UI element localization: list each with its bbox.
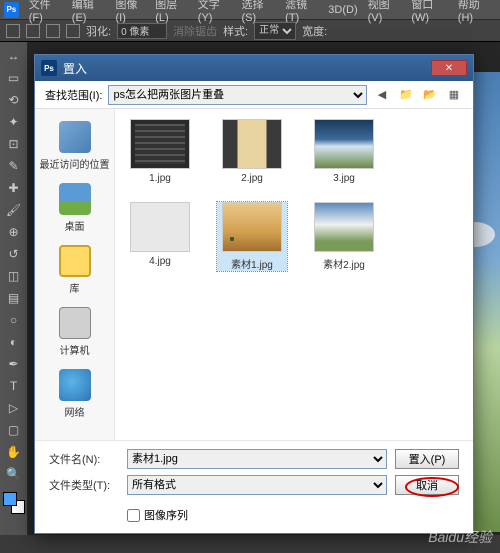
crop-tool[interactable]: ⊡ (3, 134, 25, 154)
thumb-icon (222, 202, 282, 252)
fg-color[interactable] (3, 492, 17, 506)
dodge-tool[interactable]: ◐ (3, 332, 25, 352)
width-label: 宽度: (302, 23, 327, 39)
dialog-titlebar[interactable]: Ps 置入 ✕ (35, 55, 473, 81)
menu-view[interactable]: 视图(V) (364, 0, 406, 26)
pen-tool[interactable]: ✒ (3, 354, 25, 374)
computer-icon (59, 307, 91, 339)
newfolder-icon[interactable]: 📂 (421, 86, 439, 104)
dialog-title: 置入 (63, 60, 431, 77)
filename-label: 文件名(N): (49, 451, 119, 467)
ps-logo: Ps (4, 2, 19, 18)
file-item[interactable]: 4.jpg (125, 202, 195, 271)
filename-select[interactable]: 素材1.jpg (127, 449, 387, 469)
thumb-icon (314, 202, 374, 252)
filetype-label: 文件类型(T): (49, 477, 119, 493)
hand-tool[interactable]: ✋ (3, 442, 25, 462)
tools-panel: ↔ ▭ ⟲ ✦ ⊡ ✎ ✚ 🖌 ⊕ ↺ ◫ ▤ ○ ◐ ✒ T ▷ ▢ ✋ 🔍 (0, 42, 28, 535)
lasso-tool[interactable]: ⟲ (3, 90, 25, 110)
place-desktop[interactable]: 桌面 (40, 179, 110, 237)
menu-help[interactable]: 帮助(H) (454, 0, 496, 26)
file-item[interactable]: 素材2.jpg (309, 202, 379, 271)
brush-tool[interactable]: 🖌 (3, 200, 25, 220)
stamp-tool[interactable]: ⊕ (3, 222, 25, 242)
up-icon[interactable]: 📁 (397, 86, 415, 104)
desktop-icon (59, 183, 91, 215)
place-network[interactable]: 网络 (40, 365, 110, 423)
lookin-row: 查找范围(I): ps怎么把两张图片重叠 ◀ 📁 📂 ▦ (35, 81, 473, 109)
cancel-button[interactable]: 取消 (395, 475, 459, 495)
menu-3d[interactable]: 3D(D) (324, 2, 361, 18)
dialog-bottom: 文件名(N): 素材1.jpg 置入(P) 文件类型(T): 所有格式 取消 图… (35, 440, 473, 533)
sequence-checkbox[interactable] (127, 509, 140, 522)
preset3-icon[interactable] (66, 24, 80, 38)
menubar: Ps 文件(F) 编辑(E) 图像(I) 图层(L) 文字(Y) 选择(S) 滤… (0, 0, 500, 20)
style-select[interactable]: 正常 (254, 22, 296, 40)
file-item[interactable]: 1.jpg (125, 119, 195, 184)
thumb-icon (314, 119, 374, 169)
file-item[interactable]: 2.jpg (217, 119, 287, 184)
place-button[interactable]: 置入(P) (395, 449, 459, 469)
preset-icon[interactable] (26, 24, 40, 38)
menu-file[interactable]: 文件(F) (25, 0, 66, 26)
style-label: 样式: (223, 23, 248, 39)
back-icon[interactable]: ◀ (373, 86, 391, 104)
network-icon (59, 369, 91, 401)
eraser-tool[interactable]: ◫ (3, 266, 25, 286)
lookin-select[interactable]: ps怎么把两张图片重叠 (108, 85, 367, 105)
place-library[interactable]: 库 (40, 241, 110, 299)
place-dialog: Ps 置入 ✕ 查找范围(I): ps怎么把两张图片重叠 ◀ 📁 📂 ▦ 最近访… (34, 54, 474, 534)
color-swatches[interactable] (3, 492, 25, 514)
library-icon (59, 245, 91, 277)
type-tool[interactable]: T (3, 376, 25, 396)
marquee-icon[interactable] (6, 24, 20, 38)
thumb-icon (130, 202, 190, 252)
feather-label: 羽化: (86, 23, 111, 39)
heal-tool[interactable]: ✚ (3, 178, 25, 198)
thumb-icon (130, 119, 190, 169)
feather-input[interactable] (117, 23, 167, 39)
marquee-tool[interactable]: ▭ (3, 68, 25, 88)
sequence-label: 图像序列 (144, 507, 188, 523)
preset2-icon[interactable] (46, 24, 60, 38)
move-tool[interactable]: ↔ (3, 46, 25, 66)
eyedropper-tool[interactable]: ✎ (3, 156, 25, 176)
file-item-selected[interactable]: 素材1.jpg (217, 202, 287, 271)
zoom-tool[interactable]: 🔍 (3, 464, 25, 484)
place-recent[interactable]: 最近访问的位置 (40, 117, 110, 175)
file-item[interactable]: 3.jpg (309, 119, 379, 184)
view-icon[interactable]: ▦ (445, 86, 463, 104)
filetype-select[interactable]: 所有格式 (127, 475, 387, 495)
file-list[interactable]: 1.jpg 2.jpg 3.jpg 4.jpg 素材1.jpg 素材2.jpg (115, 109, 473, 440)
places-bar: 最近访问的位置 桌面 库 计算机 网络 (35, 109, 115, 440)
history-tool[interactable]: ↺ (3, 244, 25, 264)
thumb-icon (222, 119, 282, 169)
antialias-label: 消除锯齿 (173, 23, 217, 39)
lookin-label: 查找范围(I): (45, 87, 102, 103)
path-tool[interactable]: ▷ (3, 398, 25, 418)
menu-window[interactable]: 窗口(W) (407, 0, 451, 26)
place-computer[interactable]: 计算机 (40, 303, 110, 361)
blur-tool[interactable]: ○ (3, 310, 25, 330)
shape-tool[interactable]: ▢ (3, 420, 25, 440)
recent-icon (59, 121, 91, 153)
wand-tool[interactable]: ✦ (3, 112, 25, 132)
gradient-tool[interactable]: ▤ (3, 288, 25, 308)
ps-small-icon: Ps (41, 60, 57, 76)
close-button[interactable]: ✕ (431, 60, 467, 76)
